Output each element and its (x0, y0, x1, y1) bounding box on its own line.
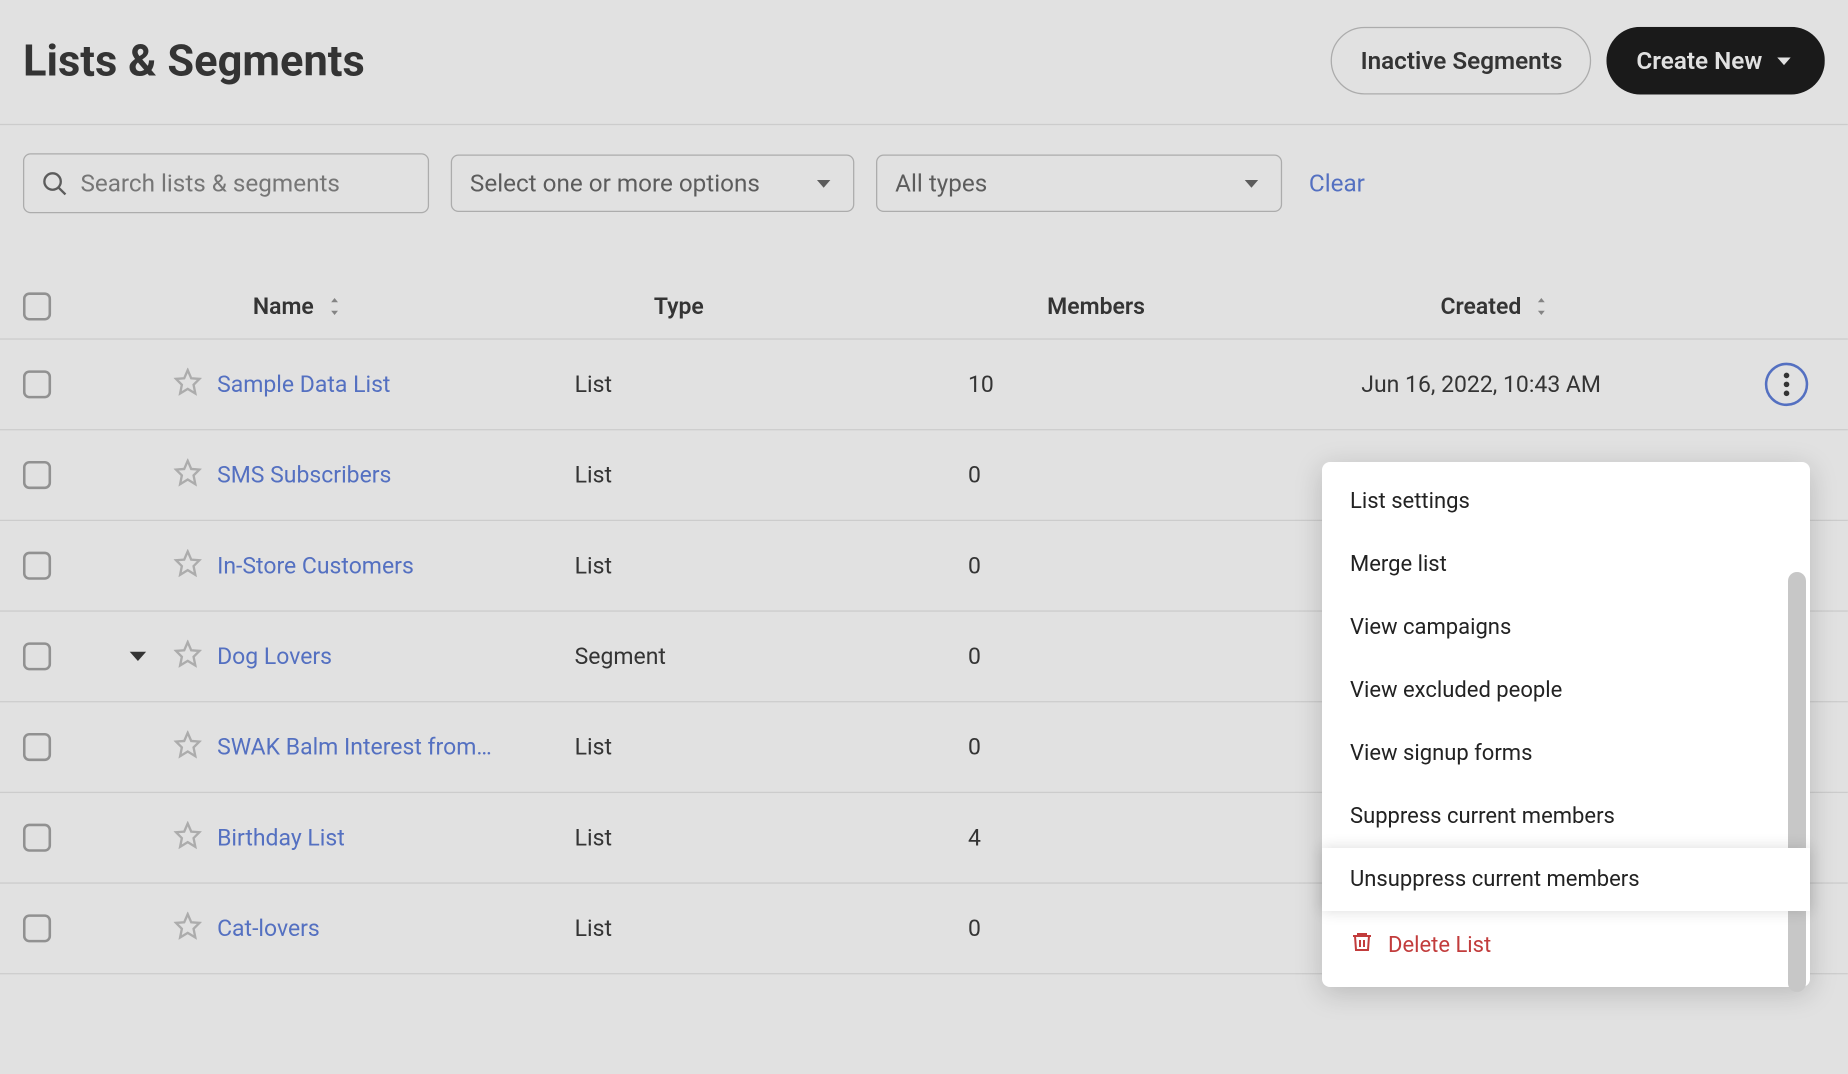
chevron-down-icon (124, 642, 152, 670)
kebab-icon (1783, 372, 1791, 398)
list-name-link[interactable]: SWAK Balm Interest from… (217, 734, 492, 761)
row-type: List (575, 915, 968, 942)
scrollbar[interactable] (1788, 572, 1806, 992)
inactive-segments-label: Inactive Segments (1361, 46, 1563, 75)
column-header-created[interactable]: Created (1440, 293, 1521, 320)
menu-item[interactable]: Delete List (1322, 911, 1810, 979)
star-icon[interactable] (174, 548, 202, 582)
row-members: 4 (968, 824, 1361, 851)
table-row: Sample Data List List10Jun 16, 2022, 10:4… (0, 340, 1848, 431)
select-all-checkbox[interactable] (23, 292, 51, 320)
star-icon[interactable] (174, 639, 202, 673)
row-members: 0 (968, 915, 1361, 942)
column-header-name[interactable]: Name (253, 293, 314, 320)
row-checkbox[interactable] (23, 461, 51, 489)
create-new-button[interactable]: Create New (1607, 27, 1825, 95)
star-icon[interactable] (174, 458, 202, 492)
row-members: 0 (968, 734, 1361, 761)
row-checkbox[interactable] (23, 370, 51, 398)
row-checkbox[interactable] (23, 642, 51, 670)
list-name-link[interactable]: SMS Subscribers (217, 462, 391, 489)
star-icon[interactable] (174, 911, 202, 945)
create-new-label: Create New (1636, 46, 1762, 75)
expand-toggle[interactable] (102, 642, 174, 670)
star-icon[interactable] (174, 367, 202, 401)
row-members: 10 (968, 371, 1361, 398)
clear-filters-button[interactable]: Clear (1309, 169, 1365, 198)
menu-item-label: View signup forms (1350, 741, 1532, 766)
inactive-segments-button[interactable]: Inactive Segments (1331, 27, 1591, 95)
list-name-link[interactable]: In-Store Customers (217, 552, 414, 579)
options-select-label: Select one or more options (470, 169, 760, 198)
menu-item-label: Unsuppress current members (1350, 867, 1640, 892)
row-type: List (575, 734, 968, 761)
menu-item[interactable]: View signup forms (1322, 722, 1810, 785)
chevron-down-icon (1240, 172, 1263, 195)
options-select[interactable]: Select one or more options (451, 155, 855, 212)
chevron-down-icon (812, 172, 835, 195)
row-type: Segment (575, 643, 968, 670)
menu-item[interactable]: Suppress current members (1322, 785, 1810, 848)
list-name-link[interactable]: Dog Lovers (217, 643, 332, 670)
row-members: 0 (968, 462, 1361, 489)
row-created: Jun 16, 2022, 10:43 AM (1361, 371, 1748, 398)
row-checkbox[interactable] (23, 552, 51, 580)
row-checkbox[interactable] (23, 824, 51, 852)
row-type: List (575, 824, 968, 851)
star-icon[interactable] (174, 730, 202, 764)
menu-item-label: View campaigns (1350, 615, 1511, 640)
row-checkbox[interactable] (23, 914, 51, 942)
menu-item-label: Delete List (1388, 933, 1491, 958)
menu-item-label: List settings (1350, 489, 1470, 514)
chevron-down-icon (1772, 49, 1795, 72)
menu-item[interactable]: List settings (1322, 470, 1810, 533)
trash-icon (1350, 930, 1374, 960)
search-input[interactable] (23, 153, 429, 213)
types-select[interactable]: All types (876, 155, 1282, 212)
search-icon (41, 169, 69, 197)
types-select-label: All types (895, 169, 987, 198)
row-type: List (575, 552, 968, 579)
row-members: 0 (968, 643, 1361, 670)
row-actions-menu: List settings Merge list View campaigns Vie… (1322, 462, 1810, 987)
row-members: 0 (968, 552, 1361, 579)
row-type: List (575, 462, 968, 489)
sort-icon[interactable] (1534, 296, 1549, 316)
column-header-members: Members (1047, 293, 1440, 320)
menu-item[interactable]: Unsuppress current members (1322, 848, 1810, 911)
list-name-link[interactable]: Sample Data List (217, 371, 390, 398)
column-header-type: Type (654, 293, 1047, 320)
row-actions-button[interactable] (1765, 363, 1808, 406)
list-name-link[interactable]: Birthday List (217, 824, 345, 851)
menu-item[interactable]: View campaigns (1322, 596, 1810, 659)
star-icon[interactable] (174, 820, 202, 854)
row-type: List (575, 371, 968, 398)
menu-item-label: Suppress current members (1350, 804, 1615, 829)
menu-item[interactable]: Merge list (1322, 533, 1810, 596)
menu-item-label: View excluded people (1350, 678, 1562, 703)
sort-icon[interactable] (327, 296, 342, 316)
row-checkbox[interactable] (23, 733, 51, 761)
page-title: Lists & Segments (23, 35, 365, 86)
menu-item[interactable]: View excluded people (1322, 659, 1810, 722)
menu-item-label: Merge list (1350, 552, 1447, 577)
list-name-link[interactable]: Cat-lovers (217, 915, 320, 942)
